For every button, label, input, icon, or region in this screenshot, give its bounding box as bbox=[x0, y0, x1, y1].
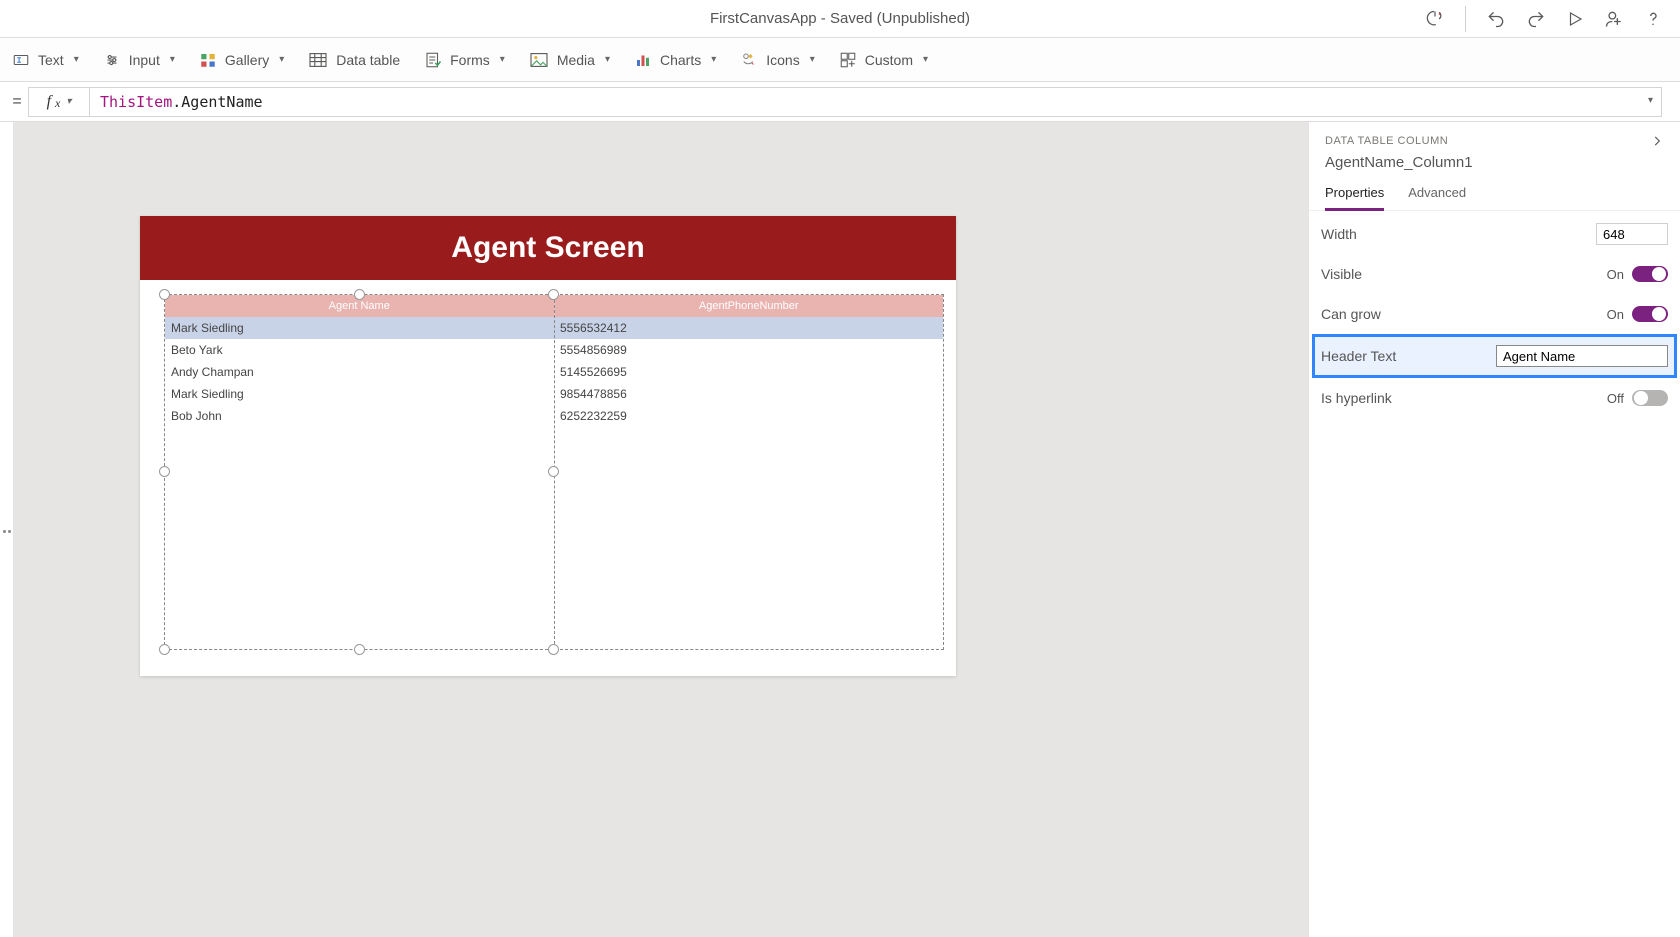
selection-handle[interactable] bbox=[354, 289, 365, 300]
selection-handle[interactable] bbox=[548, 289, 559, 300]
chevron-down-icon: ▾ bbox=[711, 54, 716, 65]
equals-label: = bbox=[6, 93, 28, 111]
data-table-control[interactable]: Agent Name AgentPhoneNumber Mark Siedlin… bbox=[164, 294, 944, 650]
chevron-right-icon[interactable] bbox=[1650, 134, 1664, 148]
chevron-down-icon: ▾ bbox=[605, 54, 610, 65]
ribbon-charts-label: Charts bbox=[660, 52, 701, 68]
cangrow-state-text: On bbox=[1607, 307, 1624, 322]
cell-agentname: Andy Champan bbox=[165, 361, 554, 383]
cell-agentname: Bob John bbox=[165, 405, 554, 427]
ribbon-charts[interactable]: Charts ▾ bbox=[634, 51, 716, 69]
formula-input[interactable]: ThisItem.AgentName bbox=[90, 93, 1637, 111]
selection-handle[interactable] bbox=[354, 644, 365, 655]
cell-agentphone: 6252232259 bbox=[554, 405, 943, 427]
hyperlink-toggle[interactable] bbox=[1632, 390, 1668, 406]
selected-column-name: AgentName_Column1 bbox=[1309, 154, 1680, 177]
share-icon[interactable] bbox=[1604, 9, 1624, 29]
app-title: FirstCanvasApp - Saved (Unpublished) bbox=[710, 10, 970, 27]
prop-row-width: Width bbox=[1321, 221, 1668, 247]
ribbon-gallery-label: Gallery bbox=[225, 52, 269, 68]
header-text-input[interactable] bbox=[1496, 345, 1668, 367]
chevron-down-icon: ▾ bbox=[170, 54, 175, 65]
cell-agentphone: 5554856989 bbox=[554, 339, 943, 361]
ribbon-input[interactable]: Input ▾ bbox=[103, 51, 175, 69]
ribbon-datatable-label: Data table bbox=[336, 52, 400, 68]
chevron-down-icon: ▾ bbox=[279, 54, 284, 65]
cell-agentphone: 9854478856 bbox=[554, 383, 943, 405]
ribbon-text-label: Text bbox=[38, 52, 64, 68]
properties-pane: DATA TABLE COLUMN AgentName_Column1 Prop… bbox=[1308, 122, 1680, 937]
ribbon-gallery[interactable]: Gallery ▾ bbox=[199, 51, 284, 69]
chevron-down-icon: ▾ bbox=[500, 54, 505, 65]
undo-icon[interactable] bbox=[1486, 9, 1506, 29]
ribbon-custom[interactable]: Custom ▾ bbox=[839, 51, 928, 69]
visible-toggle[interactable] bbox=[1632, 266, 1668, 282]
properties-tabs: Properties Advanced bbox=[1309, 177, 1680, 211]
tab-advanced[interactable]: Advanced bbox=[1408, 181, 1466, 210]
selection-handle[interactable] bbox=[159, 644, 170, 655]
cell-agentname: Mark Siedling bbox=[165, 383, 554, 405]
canvas[interactable]: Agent Screen Agent Name AgentPhoneNumber… bbox=[14, 122, 1308, 937]
cangrow-toggle[interactable] bbox=[1632, 306, 1668, 322]
prop-label-cangrow: Can grow bbox=[1321, 306, 1381, 322]
chevron-down-icon: ▾ bbox=[66, 96, 71, 107]
formula-bar: = fx ▾ ThisItem.AgentName ▾ bbox=[0, 82, 1680, 122]
separator bbox=[1465, 6, 1466, 32]
cell-agentname: Beto Yark bbox=[165, 339, 554, 361]
titlebar: FirstCanvasApp - Saved (Unpublished) bbox=[0, 0, 1680, 38]
ribbon-forms-label: Forms bbox=[450, 52, 490, 68]
ribbon-text[interactable]: Text ▾ bbox=[12, 51, 79, 69]
properties-section-label: DATA TABLE COLUMN bbox=[1325, 135, 1448, 147]
prop-row-hyperlink: Is hyperlink Off bbox=[1321, 385, 1668, 411]
ribbon-input-label: Input bbox=[129, 52, 160, 68]
hyperlink-state-text: Off bbox=[1607, 391, 1624, 406]
selection-handle[interactable] bbox=[548, 644, 559, 655]
prop-label-hyperlink: Is hyperlink bbox=[1321, 390, 1392, 406]
cell-agentname: Mark Siedling bbox=[165, 317, 554, 339]
data-table-header-agentphone[interactable]: AgentPhoneNumber bbox=[555, 295, 944, 317]
ribbon-forms[interactable]: Forms ▾ bbox=[424, 51, 505, 69]
ribbon-media-label: Media bbox=[557, 52, 595, 68]
width-input[interactable] bbox=[1596, 223, 1668, 245]
ribbon-icons[interactable]: Icons ▾ bbox=[740, 51, 815, 69]
ribbon-custom-label: Custom bbox=[865, 52, 913, 68]
ribbon: Text▾ Input▾ Gallery▾ Data table Forms▾ … bbox=[0, 38, 1680, 82]
formula-input-wrap[interactable]: ThisItem.AgentName ▾ bbox=[89, 87, 1662, 117]
left-rail[interactable] bbox=[0, 122, 14, 937]
prop-row-visible: Visible On bbox=[1321, 261, 1668, 287]
visible-state-text: On bbox=[1607, 267, 1624, 282]
selection-handle[interactable] bbox=[548, 466, 559, 477]
prop-label-headertext: Header Text bbox=[1321, 348, 1396, 364]
cell-agentphone: 5145526695 bbox=[554, 361, 943, 383]
screen-header: Agent Screen bbox=[140, 216, 956, 280]
screen-title: Agent Screen bbox=[451, 231, 644, 265]
play-icon[interactable] bbox=[1566, 10, 1584, 28]
ribbon-media[interactable]: Media ▾ bbox=[529, 52, 610, 68]
chevron-down-icon[interactable]: ▾ bbox=[1648, 95, 1653, 106]
prop-label-width: Width bbox=[1321, 226, 1357, 242]
prop-row-cangrow: Can grow On bbox=[1321, 301, 1668, 327]
app-checker-icon[interactable] bbox=[1425, 9, 1445, 29]
titlebar-actions bbox=[1425, 0, 1662, 37]
chevron-down-icon: ▾ bbox=[74, 54, 79, 65]
chevron-down-icon: ▾ bbox=[810, 54, 815, 65]
prop-label-visible: Visible bbox=[1321, 266, 1362, 282]
chevron-down-icon: ▾ bbox=[923, 54, 928, 65]
screen-preview: Agent Screen Agent Name AgentPhoneNumber… bbox=[140, 216, 956, 676]
redo-icon[interactable] bbox=[1526, 9, 1546, 29]
tab-properties[interactable]: Properties bbox=[1325, 181, 1384, 210]
fx-button[interactable]: fx ▾ bbox=[28, 87, 90, 117]
selection-handle[interactable] bbox=[159, 289, 170, 300]
formula-token-property: .AgentName bbox=[172, 93, 262, 111]
formula-token-thisitem: ThisItem bbox=[100, 93, 172, 111]
prop-row-headertext: Header Text bbox=[1315, 337, 1674, 375]
help-icon[interactable] bbox=[1644, 10, 1662, 28]
ribbon-datatable[interactable]: Data table bbox=[308, 52, 400, 68]
ribbon-icons-label: Icons bbox=[766, 52, 799, 68]
selection-handle[interactable] bbox=[159, 466, 170, 477]
cell-agentphone: 5556532412 bbox=[554, 317, 943, 339]
